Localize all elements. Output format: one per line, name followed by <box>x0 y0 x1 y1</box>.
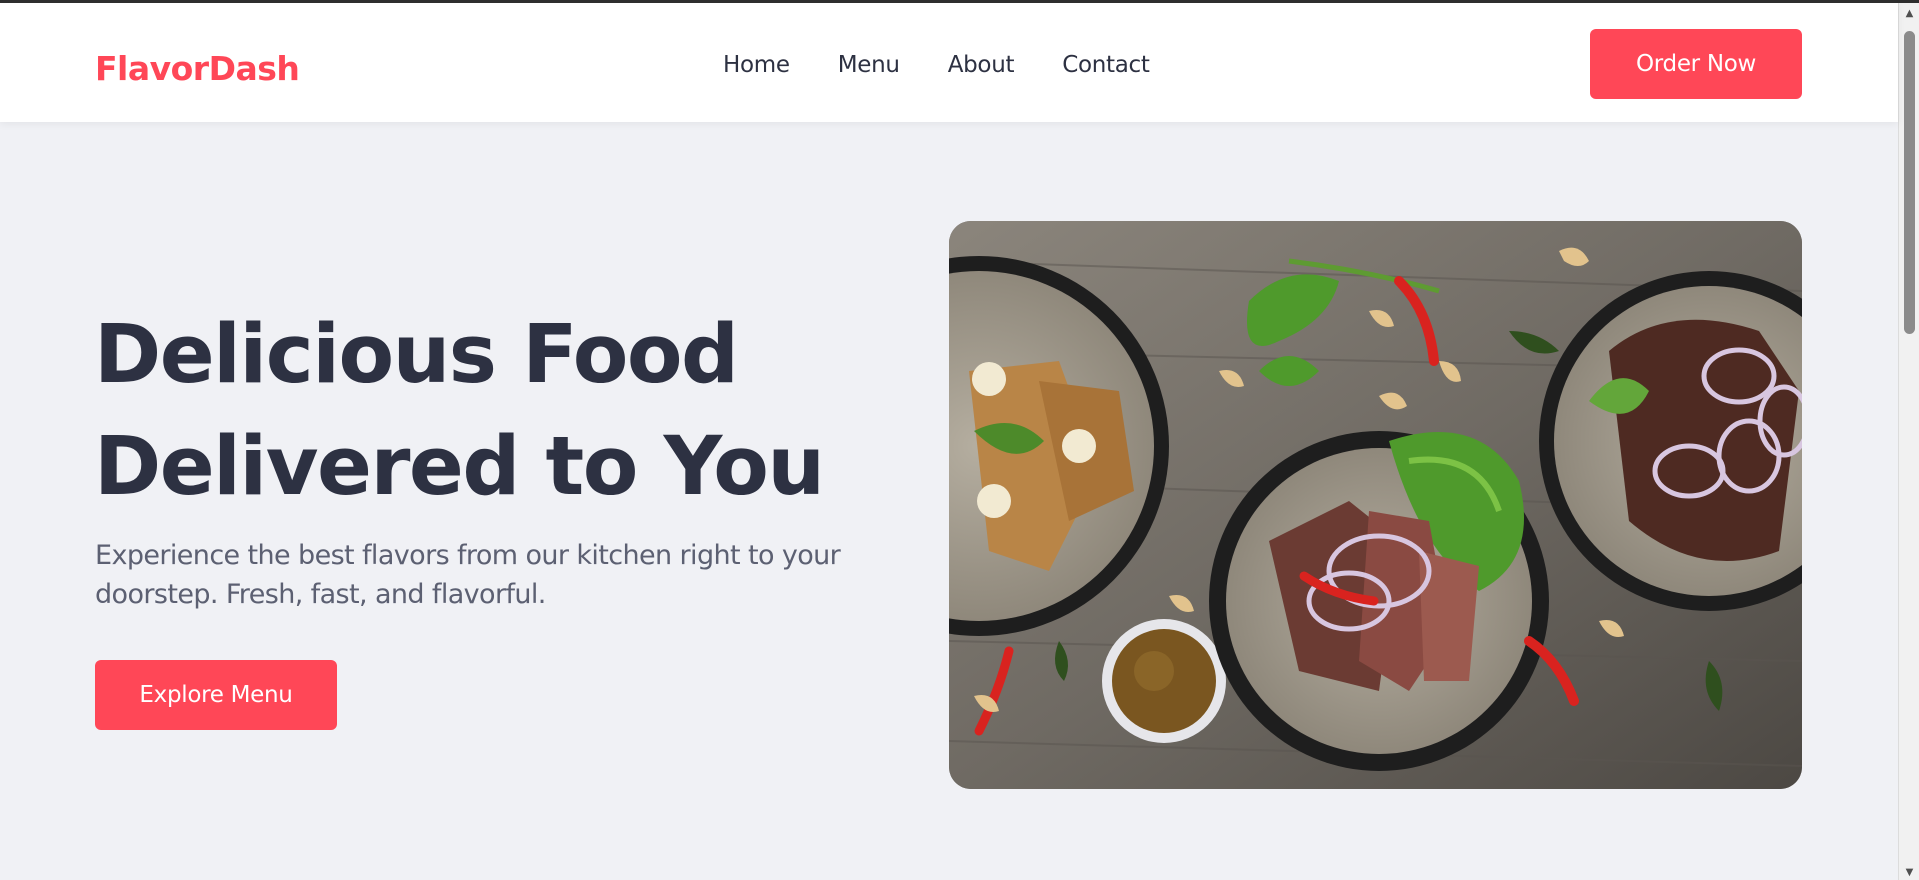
hero-title-line-2: Delivered to You <box>94 420 825 514</box>
nav-link-about[interactable]: About <box>948 52 1015 78</box>
explore-menu-button[interactable]: Explore Menu <box>95 660 337 730</box>
hero-title-line-1: Delicious Food <box>94 308 739 402</box>
browser-viewport: FlavorDash Home Menu About Contact Order… <box>0 0 1919 880</box>
triangle-up-icon[interactable]: ▲ <box>1899 5 1919 22</box>
nav-link-contact[interactable]: Contact <box>1062 52 1150 78</box>
hero-subtitle: Experience the best flavors from our kit… <box>95 540 841 610</box>
order-now-button[interactable]: Order Now <box>1590 29 1802 99</box>
main-nav: Home Menu About Contact <box>723 52 1150 78</box>
brand-logo[interactable]: FlavorDash <box>95 49 300 88</box>
hero-food-image <box>949 221 1802 789</box>
page-scrollbar[interactable]: ▲ ▼ <box>1898 3 1919 880</box>
hero-title: Delicious Food Delivered to You <box>94 299 854 523</box>
triangle-down-icon[interactable]: ▼ <box>1899 864 1919 880</box>
nav-link-home[interactable]: Home <box>723 52 790 78</box>
site-header: FlavorDash Home Menu About Contact Order… <box>0 3 1898 122</box>
scrollbar-thumb[interactable] <box>1904 31 1915 334</box>
nav-link-menu[interactable]: Menu <box>838 52 900 78</box>
